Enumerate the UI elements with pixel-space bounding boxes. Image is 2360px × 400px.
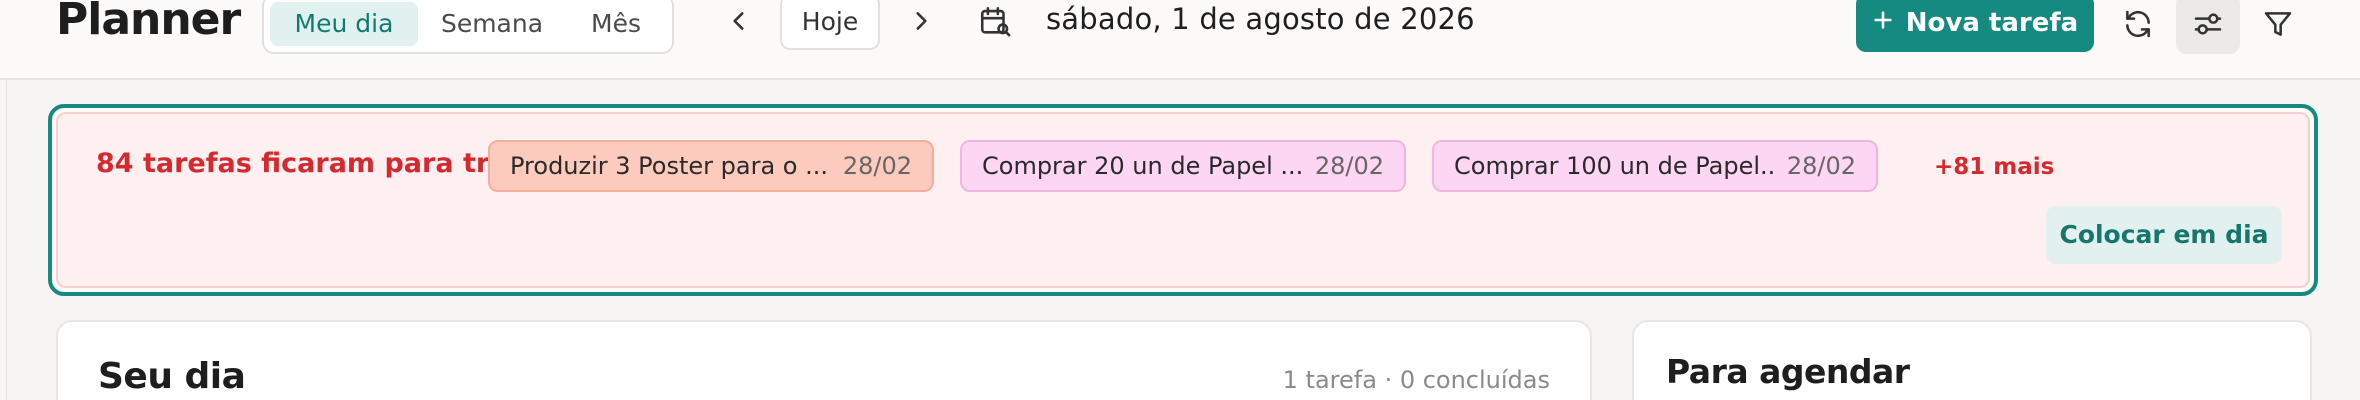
new-task-button[interactable]: Nova tarefa <box>1856 0 2094 52</box>
view-switcher: Meu dia Semana Mês <box>262 0 674 54</box>
filter-icon[interactable] <box>2246 0 2310 54</box>
sliders-icon[interactable] <box>2176 0 2240 54</box>
overdue-title: 84 tarefas ficaram para trás <box>96 148 524 179</box>
overdue-task-chip[interactable]: Comprar 100 un de Papel... 28/02 <box>1432 140 1878 192</box>
overdue-banner: 84 tarefas ficaram para trás Produzir 3 … <box>48 104 2318 296</box>
overdue-panel: 84 tarefas ficaram para trás Produzir 3 … <box>56 112 2310 288</box>
chip-date: 28/02 <box>842 152 912 180</box>
chevron-right-icon[interactable] <box>896 0 946 46</box>
calendar-search-icon[interactable] <box>970 0 1020 46</box>
plus-icon <box>1872 8 1894 38</box>
my-day-summary: 1 tarefa · 0 concluídas <box>1282 366 1550 394</box>
view-tab-month[interactable]: Mês <box>566 2 666 46</box>
current-date: sábado, 1 de agosto de 2026 <box>1046 2 1475 36</box>
view-tab-week[interactable]: Semana <box>418 2 566 46</box>
chip-date: 28/02 <box>1314 152 1384 180</box>
chip-title: Produzir 3 Poster para o ... <box>510 152 828 180</box>
chip-date: 28/02 <box>1786 152 1856 180</box>
chevron-left-icon[interactable] <box>714 0 764 46</box>
app-title: Planner <box>56 0 241 45</box>
more-overdue-link[interactable]: +81 mais <box>1934 154 2054 180</box>
refresh-icon[interactable] <box>2106 0 2170 54</box>
overdue-task-chip[interactable]: Produzir 3 Poster para o ... 28/02 <box>488 140 934 192</box>
today-button[interactable]: Hoje <box>780 0 880 50</box>
to-schedule-title: Para agendar <box>1666 352 1910 391</box>
app-header: Planner Meu dia Semana Mês Hoje sábado, … <box>0 0 2360 80</box>
new-task-label: Nova tarefa <box>1905 8 2079 38</box>
catch-up-button[interactable]: Colocar em dia <box>2046 206 2282 264</box>
view-tab-day[interactable]: Meu dia <box>270 2 418 46</box>
my-day-title: Seu dia <box>98 356 246 397</box>
to-schedule-card: Para agendar <box>1632 320 2312 400</box>
chip-title: Comprar 20 un de Papel ... <box>982 152 1301 180</box>
chip-title: Comprar 100 un de Papel... <box>1454 152 1773 180</box>
my-day-card: Seu dia 1 tarefa · 0 concluídas <box>56 320 1592 400</box>
overdue-task-chip[interactable]: Comprar 20 un de Papel ... 28/02 <box>960 140 1406 192</box>
